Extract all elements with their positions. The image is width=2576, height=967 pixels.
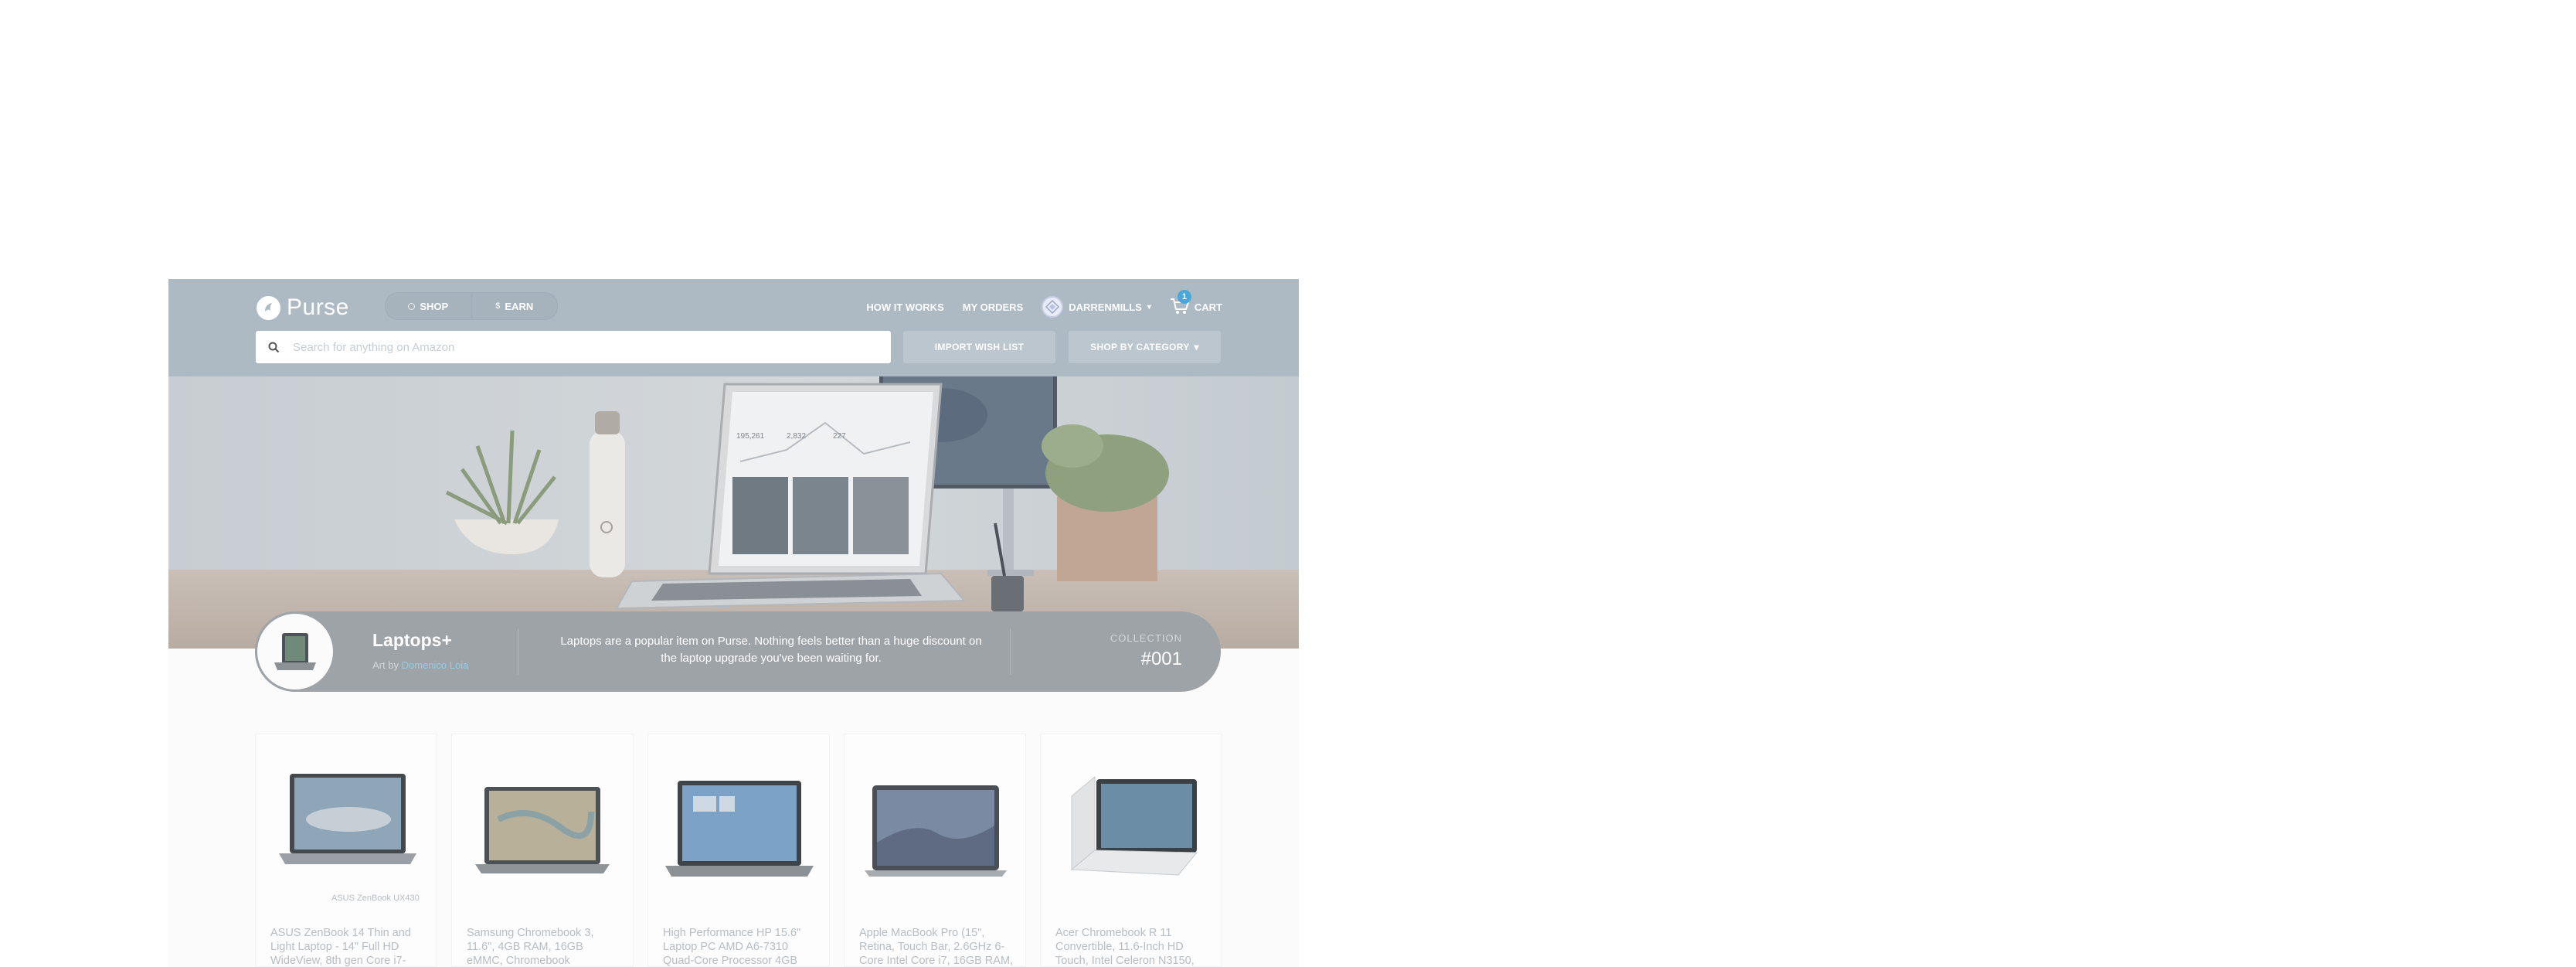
import-wish-list-button[interactable]: IMPORT WISH LIST	[903, 331, 1055, 363]
collection-info-bar: Laptops+ Art by Domenico Loia Laptops ar…	[255, 611, 1221, 692]
username: DARRENMILLS	[1069, 301, 1142, 313]
cart-button[interactable]: 1 CART	[1170, 289, 1222, 318]
how-it-works-link[interactable]: HOW IT WORKS	[866, 301, 943, 313]
product-image-asus-zenbook	[279, 774, 416, 864]
product-image-samsung-chromebook	[475, 787, 610, 873]
product-title[interactable]: Apple MacBook Pro (15", Retina, Touch Ba…	[859, 926, 1014, 967]
desk-scene-illustration: 195,261 2,832 227	[168, 376, 1299, 649]
cart-label: CART	[1194, 301, 1222, 313]
collection-thumbnail	[255, 611, 335, 692]
search-bar	[256, 330, 891, 364]
dash-stat-3: 227	[833, 432, 846, 441]
user-menu[interactable]: DARRENMILLS ▾	[1042, 296, 1151, 318]
shop-icon	[408, 302, 416, 310]
chevron-down-icon: ▾	[1194, 342, 1199, 352]
collection-description: Laptops are a popular item on Purse. Not…	[560, 635, 982, 665]
shop-label: SHOP	[420, 300, 449, 312]
search-icon	[256, 342, 291, 353]
cart-count-badge: 1	[1177, 289, 1191, 304]
collection-number: #001	[1140, 649, 1182, 669]
product-card[interactable]: Samsung Chromebook 3, 11.6", 4GB RAM, 16…	[451, 734, 634, 967]
header-right-nav: HOW IT WORKS MY ORDERS DARRENMILLS ▾ 1 C…	[848, 289, 1222, 322]
collection-art-credit: Art by Domenico Loia	[372, 659, 468, 671]
collection-label: COLLECTION	[1110, 632, 1182, 644]
purse-logo-icon	[257, 295, 280, 320]
user-avatar-icon	[1042, 296, 1064, 318]
artist-link[interactable]: Domenico Loia	[402, 659, 469, 671]
product-image-macbook-pro	[865, 785, 1007, 877]
purse-app-window: Purse SHOP $ EARN HOW IT WORKS MY ORDERS…	[168, 279, 1299, 967]
chevron-down-icon: ▾	[1147, 302, 1151, 312]
product-brand-label: ASUS ZenBook UX430	[331, 894, 420, 903]
shop-by-category-button[interactable]: SHOP BY CATEGORY ▾	[1069, 331, 1221, 363]
shop-nav-button[interactable]: SHOP	[386, 293, 471, 319]
product-grid: ASUS ZenBook UX430 ASUS ZenBook 14 Thin …	[255, 734, 1222, 967]
art-credit-prefix: Art by	[372, 659, 399, 671]
product-title[interactable]: High Performance HP 15.6" Laptop PC AMD …	[663, 926, 817, 967]
my-orders-link[interactable]: MY ORDERS	[963, 301, 1024, 313]
product-title[interactable]: Acer Chromebook R 11 Convertible, 11.6-I…	[1055, 926, 1210, 967]
dash-stat-1: 195,261	[736, 432, 765, 441]
search-input[interactable]	[291, 330, 891, 364]
product-card[interactable]: Acer Chromebook R 11 Convertible, 11.6-I…	[1040, 734, 1222, 967]
product-title[interactable]: Samsung Chromebook 3, 11.6", 4GB RAM, 16…	[467, 926, 621, 967]
product-title[interactable]: ASUS ZenBook 14 Thin and Light Laptop - …	[270, 926, 425, 967]
divider	[1010, 628, 1011, 675]
earn-label: EARN	[505, 300, 534, 312]
collection-title: Laptops+	[372, 630, 452, 650]
earn-icon: $	[495, 301, 501, 311]
logo-text: Purse	[287, 295, 349, 320]
earn-nav-button[interactable]: $ EARN	[471, 293, 558, 319]
product-card[interactable]: High Performance HP 15.6" Laptop PC AMD …	[647, 734, 830, 967]
main-nav-toggle: SHOP $ EARN	[385, 292, 558, 320]
dash-stat-2: 2,832	[787, 432, 806, 441]
site-header: Purse SHOP $ EARN HOW IT WORKS MY ORDERS…	[168, 279, 1299, 376]
product-card[interactable]: Apple MacBook Pro (15", Retina, Touch Ba…	[844, 734, 1026, 967]
product-card[interactable]: ASUS ZenBook UX430 ASUS ZenBook 14 Thin …	[255, 734, 437, 967]
product-image-hp-laptop	[665, 781, 814, 877]
collection-hero-image: 195,261 2,832 227	[168, 376, 1299, 649]
shop-by-category-label: SHOP BY CATEGORY	[1090, 342, 1190, 352]
product-image-acer-chromebook	[1070, 775, 1198, 876]
purse-logo[interactable]: Purse	[257, 292, 349, 323]
